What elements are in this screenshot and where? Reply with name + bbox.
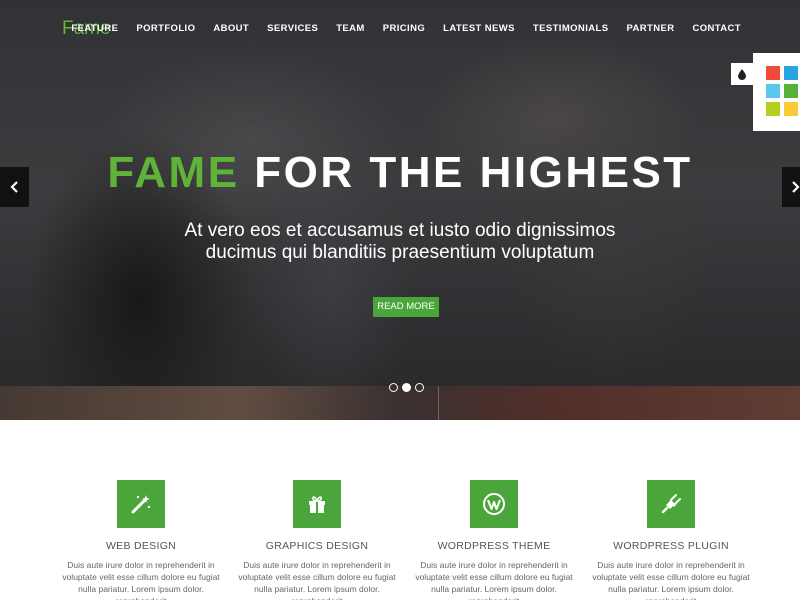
slider-pagination: [389, 383, 424, 392]
color-swatch-lime[interactable]: [766, 102, 780, 116]
hero-divider: [438, 386, 439, 420]
feature-card-wordpress-plugin: WORDPRESS PLUGIN Duis aute irure dolor i…: [591, 480, 751, 600]
nav-item-about[interactable]: ABOUT: [204, 23, 258, 34]
color-swatch-green[interactable]: [784, 84, 798, 98]
color-swatch-cyan[interactable]: [766, 84, 780, 98]
hero-slider: [0, 0, 800, 420]
slider-dot[interactable]: [389, 383, 398, 392]
hero-subtitle: At vero eos et accusamus et iusto odio d…: [100, 220, 700, 264]
magic-wand-icon: [131, 495, 151, 514]
feature-icon-box: [117, 480, 165, 528]
chevron-right-icon: [792, 180, 800, 193]
feature-text: Duis aute irure dolor in reprehenderit i…: [415, 560, 573, 600]
nav-item-feature[interactable]: FEATURE: [62, 23, 127, 34]
feature-title: WORDPRESS PLUGIN: [613, 540, 729, 552]
feature-icon-box: [470, 480, 518, 528]
feature-icon-box: [647, 480, 695, 528]
hero-title: FAME FOR THE HIGHEST: [0, 148, 800, 198]
feature-title: WORDPRESS THEME: [437, 540, 551, 552]
feature-icon-box: [293, 480, 341, 528]
feature-text: Duis aute irure dolor in reprehenderit i…: [592, 560, 750, 600]
feature-text: Duis aute irure dolor in reprehenderit i…: [62, 560, 220, 600]
style-switcher-panel: [753, 53, 800, 131]
feature-card-web-design: WEB DESIGN Duis aute irure dolor in repr…: [61, 480, 221, 600]
chevron-left-icon: [9, 180, 18, 193]
feature-text: Duis aute irure dolor in reprehenderit i…: [238, 560, 396, 600]
plug-icon: [661, 494, 681, 514]
nav-item-pricing[interactable]: PRICING: [374, 23, 434, 34]
wordpress-icon: [483, 493, 505, 515]
gift-icon: [309, 496, 325, 513]
features-section: WEB DESIGN Duis aute irure dolor in repr…: [0, 420, 800, 600]
nav-item-testimonials[interactable]: TESTIMONIALS: [524, 23, 618, 34]
feature-card-graphics-design: GRAPHICS DESIGN Duis aute irure dolor in…: [237, 480, 397, 600]
nav-item-latest-news[interactable]: LATEST NEWS: [434, 23, 524, 34]
main-nav: FEATURE PORTFOLIO ABOUT SERVICES TEAM PR…: [62, 23, 750, 34]
slider-dot[interactable]: [415, 383, 424, 392]
nav-item-services[interactable]: SERVICES: [258, 23, 327, 34]
nav-item-portfolio[interactable]: PORTFOLIO: [127, 23, 204, 34]
color-swatch-blue[interactable]: [784, 66, 798, 80]
color-swatch-red[interactable]: [766, 66, 780, 80]
hero-title-accent: FAME: [107, 148, 240, 197]
slider-next-button[interactable]: [782, 167, 800, 207]
read-more-button[interactable]: READ MORE: [373, 297, 439, 317]
hero-subtitle-line-1: At vero eos et accusamus et iusto odio d…: [184, 220, 616, 241]
hero-subtitle-line-2: ducimus qui blanditiis praesentium volup…: [205, 242, 595, 263]
nav-item-partner[interactable]: PARTNER: [617, 23, 683, 34]
feature-card-wordpress-theme: WORDPRESS THEME Duis aute irure dolor in…: [414, 480, 574, 600]
style-switcher-toggle[interactable]: [731, 63, 753, 85]
color-swatch-yellow[interactable]: [784, 102, 798, 116]
droplet-icon: [738, 68, 746, 80]
slider-prev-button[interactable]: [0, 167, 29, 207]
nav-item-contact[interactable]: CONTACT: [683, 23, 750, 34]
hero-title-rest: FOR THE HIGHEST: [254, 148, 693, 197]
slider-dot-active[interactable]: [402, 383, 411, 392]
feature-title: GRAPHICS DESIGN: [265, 540, 369, 552]
feature-title: WEB DESIGN: [105, 540, 177, 552]
nav-item-team[interactable]: TEAM: [327, 23, 374, 34]
